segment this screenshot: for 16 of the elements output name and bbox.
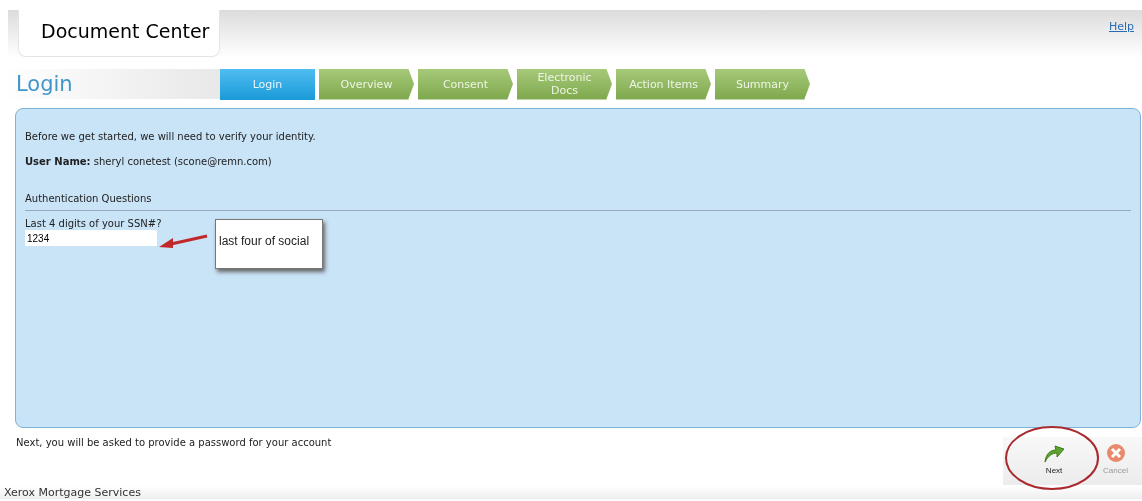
- section-heading: Authentication Questions: [25, 193, 153, 204]
- header-title: Document Center: [18, 10, 220, 57]
- step-tab[interactable]: Electronic Docs: [517, 68, 612, 100]
- help-link[interactable]: Help: [1108, 20, 1134, 33]
- intro-text: Before we get started, we will need to verify your identity.: [25, 131, 317, 142]
- step-tab[interactable]: Summary: [715, 68, 810, 100]
- step-tab[interactable]: Overview: [319, 68, 414, 100]
- step-tab[interactable]: Login: [220, 68, 315, 100]
- footer-text: Xerox Mortgage Services: [0, 486, 1142, 499]
- step-tab[interactable]: Consent: [418, 68, 513, 100]
- answer-field[interactable]: 1234: [25, 230, 157, 246]
- question-label: Last 4 digits of your SSN#?: [25, 218, 163, 229]
- callout-note: last four of social: [215, 219, 323, 269]
- info-text: Next, you will be asked to provide a password for your account: [15, 437, 332, 450]
- user-name-text: User Name: sheryl conetest (scone@remn.com): [25, 156, 273, 167]
- step-tab[interactable]: Action Items: [616, 68, 711, 100]
